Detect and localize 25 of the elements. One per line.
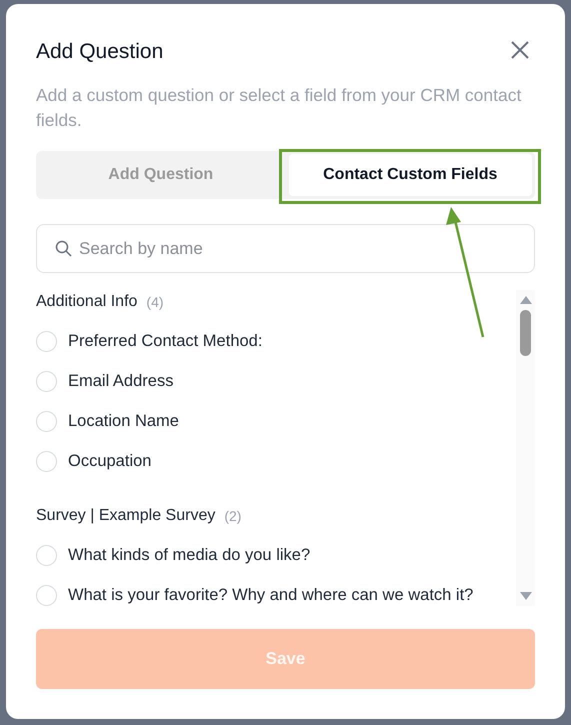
tab[interactable]: Contact Custom Fields	[288, 154, 532, 196]
dialog-description: Add a custom question or select a field from your CRM contact fields.	[36, 84, 522, 132]
scroll-down-icon[interactable]	[520, 592, 532, 600]
radio-button[interactable]	[36, 330, 57, 352]
radio-button[interactable]	[36, 544, 57, 566]
radio-button[interactable]	[36, 584, 57, 606]
scroll-up-icon[interactable]	[520, 296, 532, 304]
field-option-label[interactable]: What is your favorite? Why and where can we watch it?	[68, 586, 474, 604]
field-option-label[interactable]: Location Name	[68, 412, 179, 430]
radio-button[interactable]	[36, 450, 57, 472]
group-count: (4)	[146, 294, 164, 310]
field-option-label[interactable]: What kinds of media do you like?	[68, 546, 310, 564]
scrollbar-thumb[interactable]	[520, 310, 531, 356]
close-icon[interactable]	[511, 41, 529, 59]
group-title: Additional Info	[36, 293, 138, 311]
field-option-label[interactable]: Preferred Contact Method:	[68, 332, 262, 350]
dialog-title: Add Question	[36, 40, 164, 64]
field-option-label[interactable]: Occupation	[68, 452, 152, 470]
group-count: (2)	[224, 508, 242, 524]
field-option-label[interactable]: Email Address	[68, 372, 174, 390]
search-field[interactable]: Search by name	[36, 224, 535, 273]
radio-button[interactable]	[36, 370, 57, 392]
radio-button[interactable]	[36, 410, 57, 432]
scrollbar[interactable]	[516, 290, 535, 606]
group-title: Survey | Example Survey	[36, 507, 216, 525]
